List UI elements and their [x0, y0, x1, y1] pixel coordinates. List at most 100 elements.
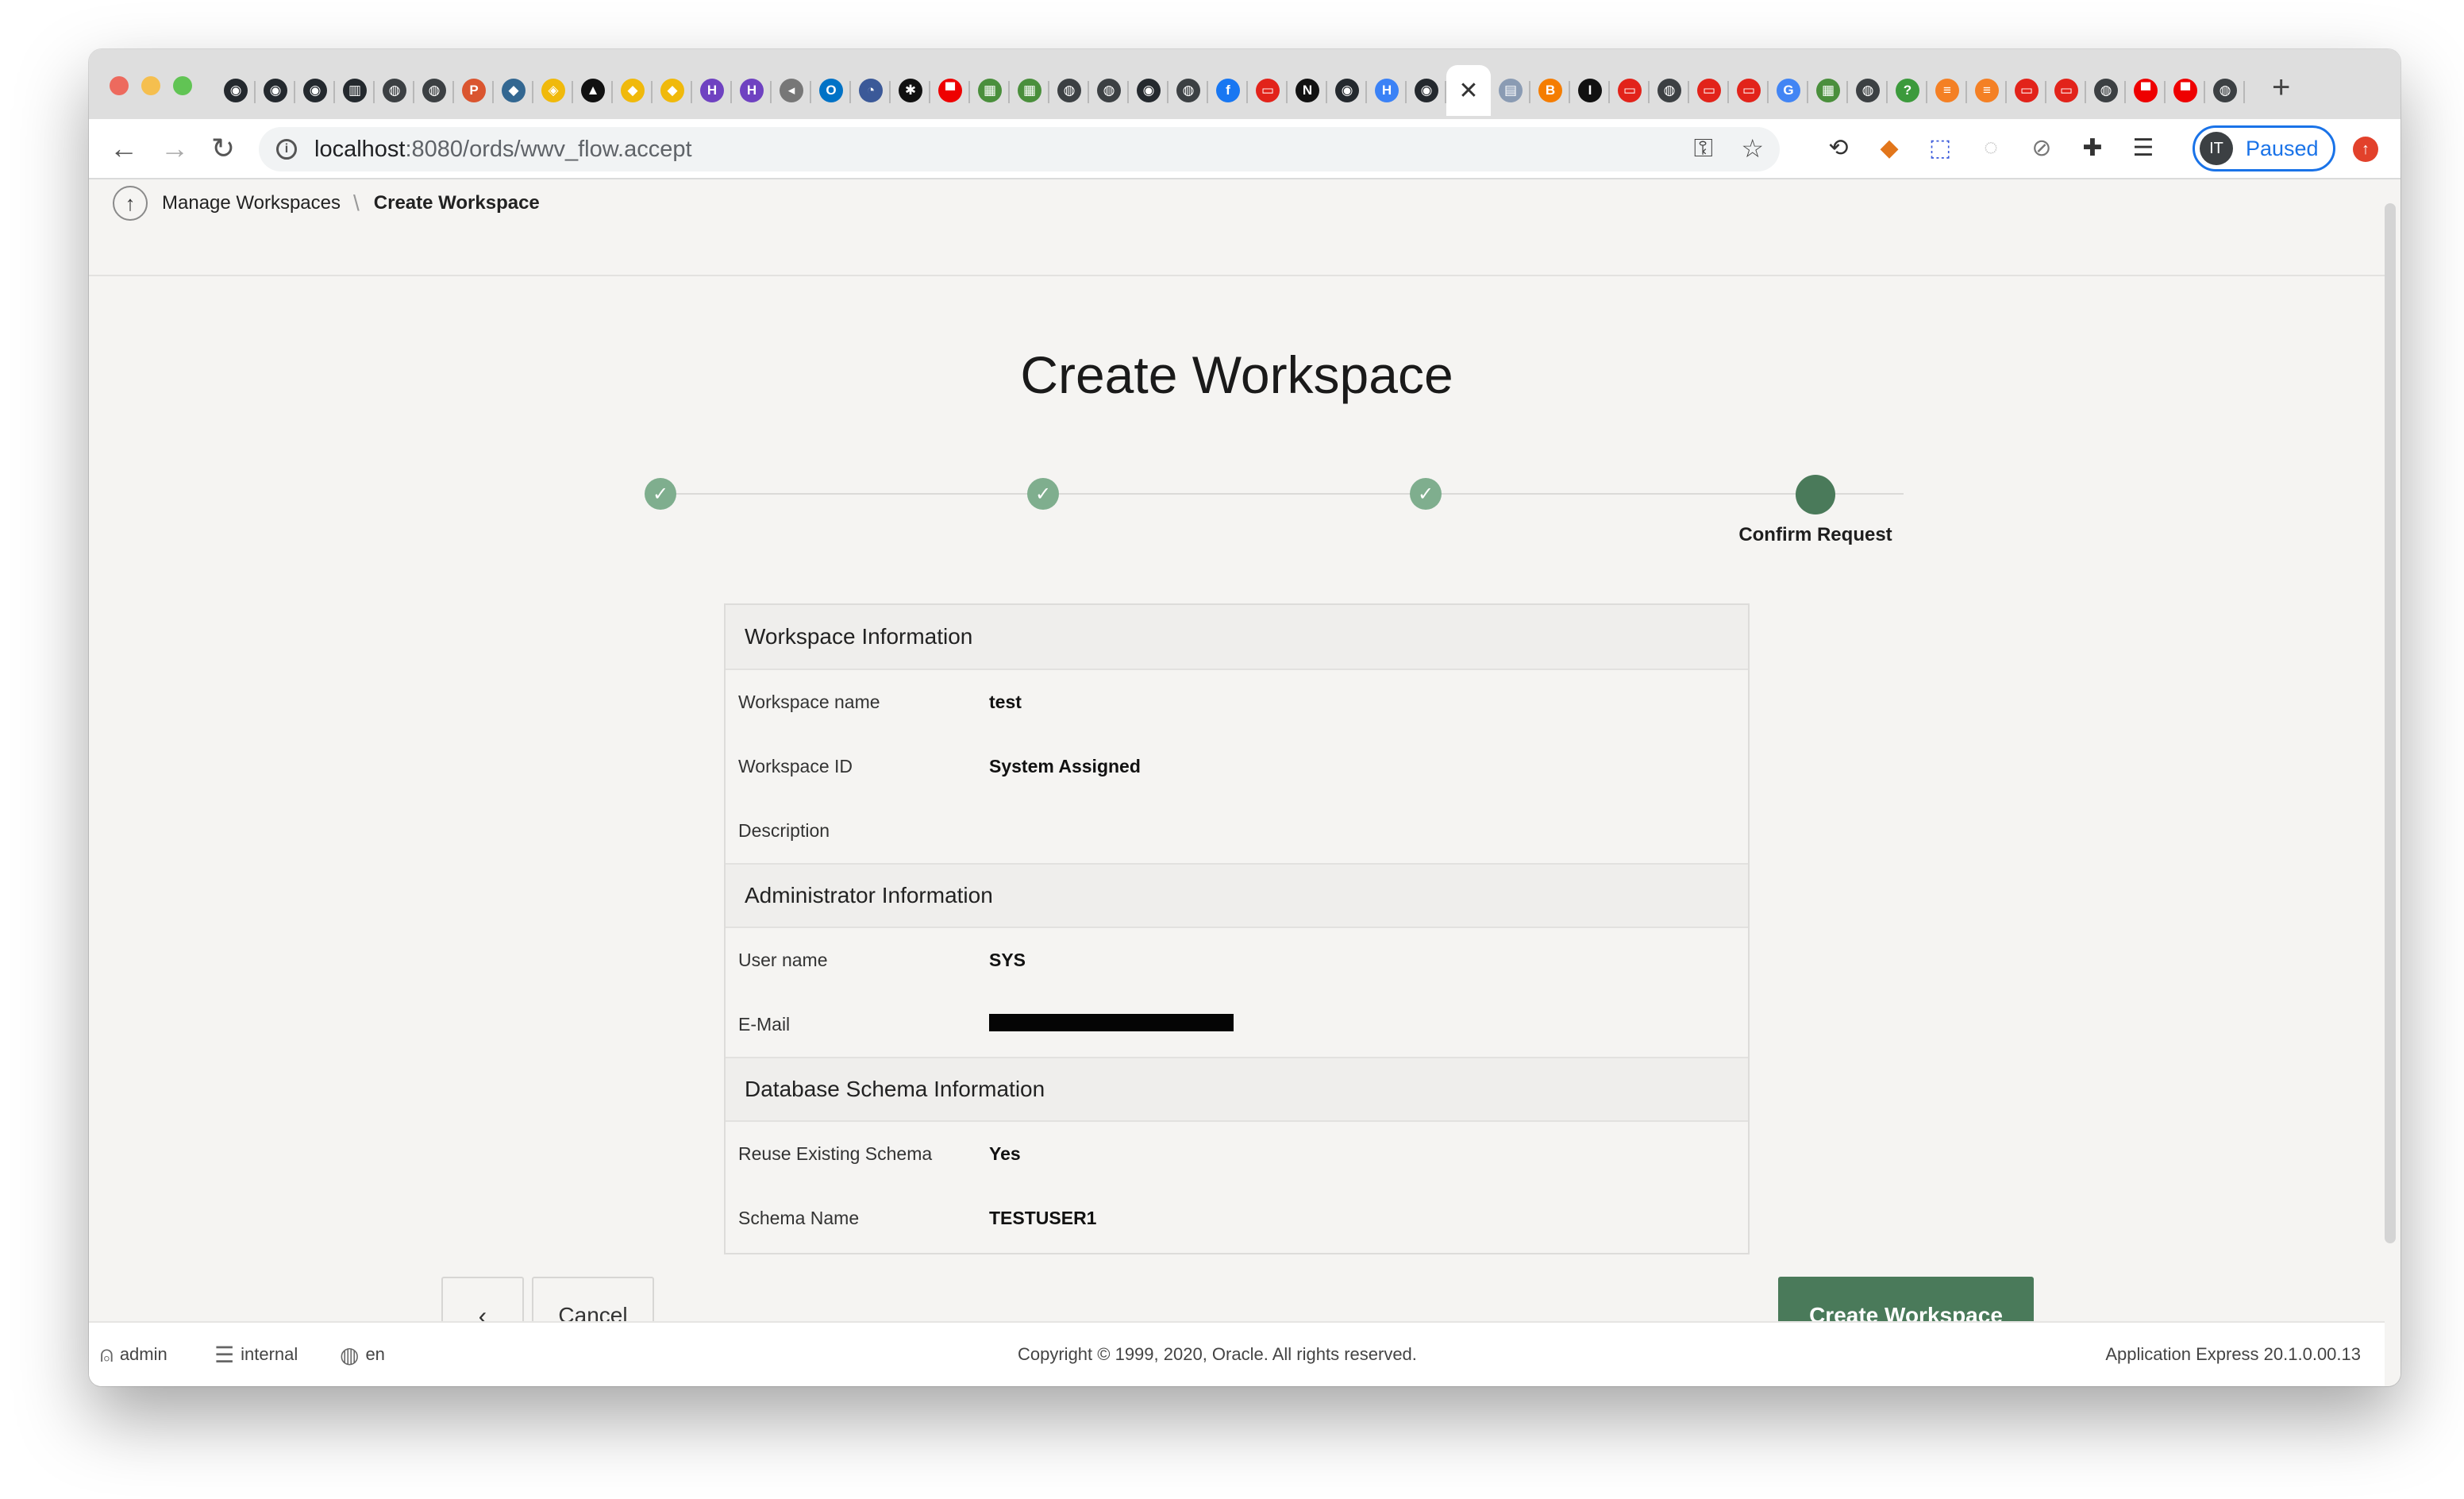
h-icon: H — [1375, 79, 1399, 102]
map-icon: ▦ — [1018, 79, 1041, 102]
profile-button[interactable]: IT Paused — [2193, 125, 2335, 171]
browser-tab[interactable]: ▭ — [2007, 65, 2046, 116]
row-label: Workspace ID — [738, 756, 853, 776]
update-icon[interactable]: ↑ — [2353, 137, 2378, 162]
email-value-redacted — [989, 1013, 1234, 1036]
minimize-window-button[interactable] — [141, 76, 160, 95]
map-icon: ▦ — [1816, 79, 1840, 102]
footer-workspace[interactable]: ☰ internal — [214, 1342, 298, 1368]
browser-tab[interactable]: ◍ — [1650, 65, 1689, 116]
browser-tab[interactable]: ◆ — [653, 65, 692, 116]
browser-tab[interactable]: H — [732, 65, 772, 116]
browser-tab[interactable]: O — [811, 65, 851, 116]
browser-tab[interactable]: H — [1367, 65, 1407, 116]
site-info-icon[interactable]: i — [276, 139, 297, 160]
new-tab-button[interactable]: + — [2272, 70, 2290, 106]
forward-arrow-icon[interactable]: → — [160, 132, 189, 165]
media-queue-icon[interactable]: ☰ — [2127, 132, 2159, 164]
browser-tab[interactable]: ▦ — [1808, 65, 1848, 116]
screenshot-extension-icon[interactable]: ⊘ — [2026, 132, 2058, 164]
browser-tab[interactable]: ▥ — [335, 65, 375, 116]
page-scrollbar[interactable] — [2385, 203, 2396, 1243]
key-icon[interactable]: ⚿ — [1694, 133, 1713, 164]
browser-tab[interactable]: ▀ — [2126, 65, 2166, 116]
browser-tab[interactable]: N — [1288, 65, 1327, 116]
browser-tab[interactable]: ▭ — [1610, 65, 1650, 116]
browser-tab[interactable]: P — [454, 65, 494, 116]
metamask-icon[interactable]: ◆ — [1873, 132, 1905, 164]
url-text[interactable]: localhost:8080/ords/wwv_flow.accept — [314, 137, 692, 163]
user-icon: ⍝ — [100, 1341, 114, 1366]
globe-icon: ◍ — [383, 79, 406, 102]
browser-tab[interactable]: ◍ — [414, 65, 454, 116]
close-tab-icon[interactable]: ✕ — [1458, 77, 1478, 105]
browser-tab[interactable]: ▭ — [1729, 65, 1769, 116]
browser-tab[interactable]: ◉ — [1327, 65, 1367, 116]
browser-tab[interactable]: ◉ — [216, 65, 256, 116]
browser-tab[interactable]: ◉ — [295, 65, 335, 116]
browser-tab[interactable]: ▀ — [2166, 65, 2205, 116]
puzzle-icon[interactable]: ✚ — [2077, 132, 2108, 164]
browser-tab[interactable]: ▤ — [1491, 65, 1530, 116]
url-host: localhost — [314, 136, 406, 162]
red-hat-icon: ▀ — [2134, 79, 2158, 102]
close-window-button[interactable] — [110, 76, 129, 95]
browser-tab[interactable]: G — [1769, 65, 1808, 116]
browser-tab[interactable]: ◍ — [1089, 65, 1129, 116]
browser-tab[interactable]: ◍ — [375, 65, 414, 116]
browser-tab[interactable]: H — [692, 65, 732, 116]
browser-toolbar: ← → ↻ i localhost:8080/ords/wwv_flow.acc… — [89, 119, 2400, 179]
browser-tab[interactable]: ◈ — [533, 65, 573, 116]
breadcrumb-parent-link[interactable]: Manage Workspaces — [162, 192, 341, 214]
browser-tab[interactable]: ≡ — [1967, 65, 2007, 116]
tab-strip: ◉ ◉ ◉ ▥ ◍ ◍ P ◆ ◈ ▲ ◆ ◆ H H ◂ O ◔ ✱ ▀ ▦ ▦ ◍ ◍ ◉ ◍ f ▭ N ◉ H ◉ ✕ ▤ B I ▭ ◍ ▭ ▭ G… — [89, 49, 2400, 119]
globe-icon: ◍ — [2094, 79, 2118, 102]
browser-tab[interactable]: ▲ — [573, 65, 613, 116]
browser-tab[interactable]: ◉ — [256, 65, 295, 116]
chart-icon: ◔ — [859, 79, 883, 102]
globe-icon: ◍ — [2213, 79, 2237, 102]
browser-tab[interactable]: ◔ — [851, 65, 891, 116]
stackoverflow-icon: ≡ — [1935, 79, 1959, 102]
cursor-extension-icon[interactable]: ⬚ — [1924, 132, 1956, 164]
browser-tab[interactable]: B — [1530, 65, 1570, 116]
binance-icon: ◆ — [621, 79, 645, 102]
browser-tab[interactable]: ▭ — [2046, 65, 2086, 116]
bookmark-star-icon[interactable]: ☆ — [1741, 133, 1764, 164]
browser-tab[interactable]: ◍ — [1049, 65, 1089, 116]
avatar: IT — [2200, 132, 2233, 165]
browser-tab[interactable]: ◆ — [494, 65, 533, 116]
browser-tab[interactable]: f — [1208, 65, 1248, 116]
browser-tab[interactable]: ◆ — [613, 65, 653, 116]
browser-tab[interactable]: ◍ — [2205, 65, 2245, 116]
globe-icon: ◍ — [1057, 79, 1081, 102]
browser-tab[interactable]: ◍ — [2086, 65, 2126, 116]
footer-language[interactable]: ◍ en — [340, 1342, 385, 1368]
browser-tab[interactable]: ? — [1888, 65, 1927, 116]
browser-tab[interactable]: ≡ — [1927, 65, 1967, 116]
sync-extension-icon[interactable]: ⟲ — [1823, 132, 1854, 164]
record-extension-icon[interactable]: ◌ — [1975, 132, 2007, 164]
wizard-step-current — [1796, 475, 1835, 514]
browser-tab[interactable]: ◍ — [1848, 65, 1888, 116]
browser-tab[interactable]: ▦ — [1010, 65, 1049, 116]
reload-icon[interactable]: ↻ — [211, 132, 235, 165]
back-arrow-icon[interactable]: ← — [110, 132, 138, 165]
browser-tab[interactable]: ✱ — [891, 65, 930, 116]
active-browser-tab[interactable]: ✕ — [1446, 65, 1491, 116]
browser-tab[interactable]: ◂ — [772, 65, 811, 116]
address-bar[interactable]: i localhost:8080/ords/wwv_flow.accept ⚿ … — [259, 127, 1780, 171]
browser-tab[interactable]: ▭ — [1248, 65, 1288, 116]
browser-tab[interactable]: I — [1570, 65, 1610, 116]
github-icon: ◉ — [224, 79, 248, 102]
browser-tab[interactable]: ▭ — [1689, 65, 1729, 116]
browser-tab[interactable]: ▦ — [970, 65, 1010, 116]
maximize-window-button[interactable] — [173, 76, 192, 95]
wizard-track — [660, 493, 1904, 495]
browser-tab[interactable]: ◉ — [1407, 65, 1446, 116]
browser-tab[interactable]: ◍ — [1168, 65, 1208, 116]
browser-tab[interactable]: ▀ — [930, 65, 970, 116]
footer-user[interactable]: ⍝ admin — [100, 1342, 167, 1368]
up-arrow-icon[interactable]: ↑ — [113, 186, 148, 221]
browser-tab[interactable]: ◉ — [1129, 65, 1168, 116]
